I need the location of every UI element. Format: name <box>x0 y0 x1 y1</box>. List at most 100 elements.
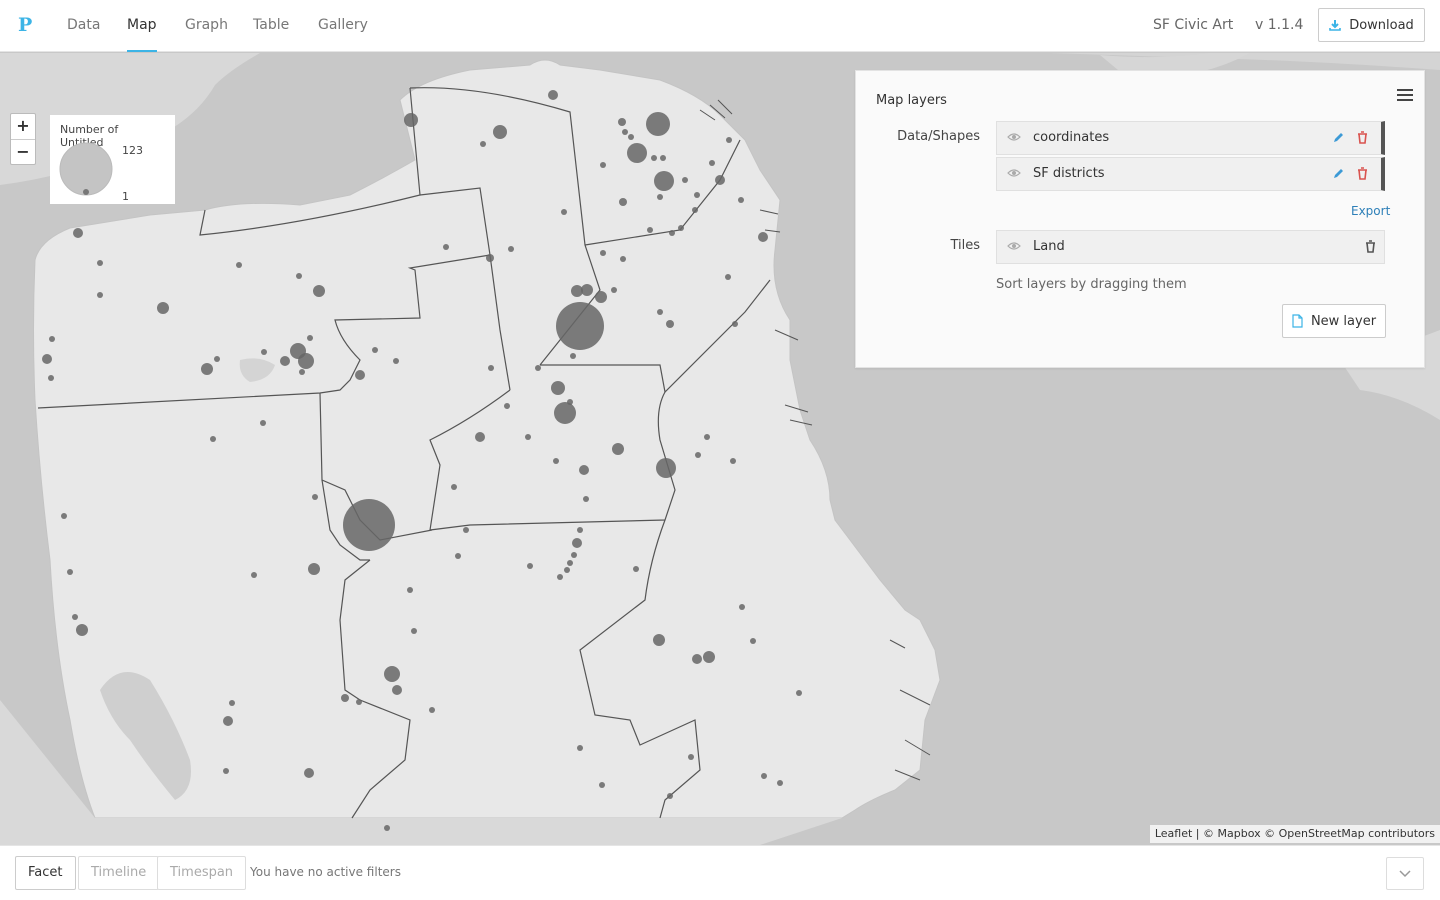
map-marker[interactable] <box>611 287 617 293</box>
map-marker[interactable] <box>393 358 399 364</box>
map-marker[interactable] <box>726 137 732 143</box>
map-marker[interactable] <box>488 365 494 371</box>
map-marker[interactable] <box>480 141 486 147</box>
map-marker[interactable] <box>214 356 220 362</box>
map-marker[interactable] <box>343 499 395 551</box>
project-title[interactable]: SF Civic Art <box>1153 0 1233 50</box>
map-marker[interactable] <box>738 197 744 203</box>
map-marker[interactable] <box>97 292 103 298</box>
map-marker[interactable] <box>356 699 362 705</box>
map-marker[interactable] <box>407 587 413 593</box>
map-marker[interactable] <box>223 716 233 726</box>
map-marker[interactable] <box>579 465 589 475</box>
map-marker[interactable] <box>732 321 738 327</box>
map-marker[interactable] <box>653 634 665 646</box>
map-marker[interactable] <box>157 302 169 314</box>
map-marker[interactable] <box>761 773 767 779</box>
map-marker[interactable] <box>72 614 78 620</box>
map-marker[interactable] <box>553 458 559 464</box>
map-marker[interactable] <box>210 436 216 442</box>
map-marker[interactable] <box>260 420 266 426</box>
map-marker[interactable] <box>758 232 768 242</box>
map-marker[interactable] <box>355 370 365 380</box>
map-marker[interactable] <box>554 402 576 424</box>
map-marker[interactable] <box>236 262 242 268</box>
map-marker[interactable] <box>308 563 320 575</box>
zoom-out-button[interactable]: − <box>11 139 35 164</box>
map-marker[interactable] <box>633 566 639 572</box>
map-marker[interactable] <box>527 563 533 569</box>
map-marker[interactable] <box>48 375 54 381</box>
map-attribution[interactable]: Leaflet | © Mapbox © OpenStreetMap contr… <box>1149 825 1440 843</box>
map-marker[interactable] <box>475 432 485 442</box>
map-marker[interactable] <box>627 143 647 163</box>
facet-button[interactable]: Facet <box>15 856 76 890</box>
map-marker[interactable] <box>548 90 558 100</box>
map-marker[interactable] <box>695 452 701 458</box>
map-marker[interactable] <box>223 768 229 774</box>
map-marker[interactable] <box>49 336 55 342</box>
map-marker[interactable] <box>404 113 418 127</box>
map-marker[interactable] <box>618 118 626 126</box>
map-marker[interactable] <box>657 194 663 200</box>
layer-row-coordinates[interactable]: coordinates <box>996 121 1385 155</box>
map-marker[interactable] <box>486 254 494 262</box>
map-marker[interactable] <box>97 260 103 266</box>
map-marker[interactable] <box>678 225 684 231</box>
map-marker[interactable] <box>577 527 583 533</box>
map-marker[interactable] <box>296 273 302 279</box>
map-marker[interactable] <box>73 228 83 238</box>
map-marker[interactable] <box>730 458 736 464</box>
map-marker[interactable] <box>647 227 653 233</box>
map-marker[interactable] <box>567 399 573 405</box>
map-marker[interactable] <box>612 443 624 455</box>
map-marker[interactable] <box>508 246 514 252</box>
layer-row-land[interactable]: Land <box>996 230 1385 264</box>
layer-row-sf-districts[interactable]: SF districts <box>996 157 1385 191</box>
map-marker[interactable] <box>201 363 213 375</box>
map-marker[interactable] <box>307 335 313 341</box>
map-marker[interactable] <box>628 134 634 140</box>
map-marker[interactable] <box>312 494 318 500</box>
map-marker[interactable] <box>261 349 267 355</box>
map-marker[interactable] <box>551 381 565 395</box>
map-marker[interactable] <box>392 685 402 695</box>
trash-icon[interactable] <box>1357 131 1368 144</box>
eye-icon[interactable] <box>1007 132 1021 142</box>
map-marker[interactable] <box>535 365 541 371</box>
map-marker[interactable] <box>600 250 606 256</box>
map-marker[interactable] <box>796 690 802 696</box>
tab-map[interactable]: Map <box>127 0 157 52</box>
timespan-button[interactable]: Timespan <box>157 856 247 890</box>
map-marker[interactable] <box>443 244 449 250</box>
map-marker[interactable] <box>504 403 510 409</box>
pencil-icon[interactable] <box>1332 131 1345 144</box>
map-marker[interactable] <box>556 302 604 350</box>
map-marker[interactable] <box>384 825 390 831</box>
new-layer-button[interactable]: New layer <box>1282 304 1386 338</box>
tab-graph[interactable]: Graph <box>185 0 228 52</box>
timeline-button[interactable]: Timeline <box>78 856 160 890</box>
tab-gallery[interactable]: Gallery <box>318 0 368 52</box>
map-marker[interactable] <box>313 285 325 297</box>
map-marker[interactable] <box>619 198 627 206</box>
map-marker[interactable] <box>750 638 756 644</box>
collapse-footer-button[interactable] <box>1386 857 1424 890</box>
map-marker[interactable] <box>451 484 457 490</box>
eye-icon[interactable] <box>1007 168 1021 178</box>
map-marker[interactable] <box>384 666 400 682</box>
map-marker[interactable] <box>463 527 469 533</box>
map-marker[interactable] <box>557 574 563 580</box>
map-marker[interactable] <box>493 125 507 139</box>
app-logo[interactable]: P <box>18 14 32 36</box>
map-marker[interactable] <box>411 628 417 634</box>
map-marker[interactable] <box>692 654 702 664</box>
eye-icon[interactable] <box>1007 241 1021 251</box>
map-marker[interactable] <box>657 309 663 315</box>
map-marker[interactable] <box>298 353 314 369</box>
map-marker[interactable] <box>620 256 626 262</box>
map-marker[interactable] <box>42 354 52 364</box>
map-marker[interactable] <box>660 155 666 161</box>
map-marker[interactable] <box>583 496 589 502</box>
download-button[interactable]: Download <box>1318 8 1425 42</box>
